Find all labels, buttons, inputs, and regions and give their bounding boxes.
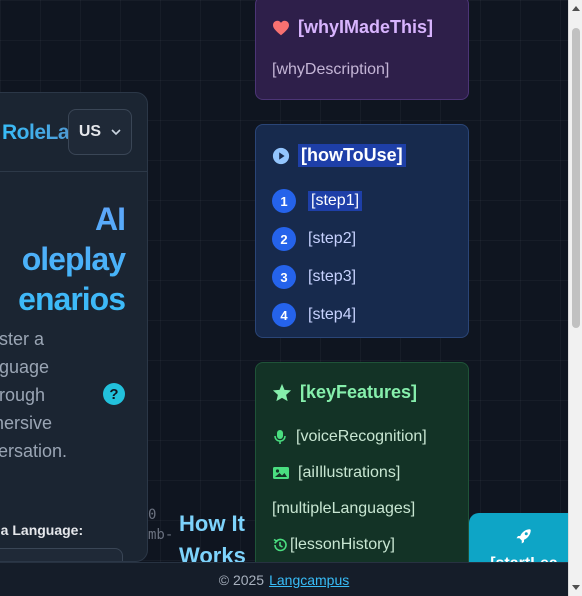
hero-description-line: nguage bbox=[0, 357, 50, 377]
how-to-use-card: [howToUse] 1 [step1] 2 [step2] 3 [step3]… bbox=[255, 124, 469, 338]
code-fragment-line: 0 bbox=[148, 507, 157, 523]
hero-title-line: oleplay bbox=[21, 241, 125, 277]
microphone-icon bbox=[274, 430, 286, 444]
step-number-badge: 4 bbox=[272, 303, 296, 327]
key-card-title-text: [keyFeatures] bbox=[300, 382, 418, 402]
feature-label: [multipleLanguages] bbox=[272, 500, 416, 517]
page-scrollbar[interactable] bbox=[568, 0, 582, 596]
step-label: [step3] bbox=[308, 268, 357, 285]
step-label: [step2] bbox=[308, 230, 357, 247]
star-icon bbox=[272, 383, 292, 402]
list-item: 1 [step1] bbox=[272, 182, 363, 220]
key-card-title: [keyFeatures] bbox=[272, 382, 417, 403]
how-it-works-title-line: How It bbox=[179, 511, 245, 536]
how-card-title-text: [howToUse] bbox=[298, 144, 406, 167]
history-icon bbox=[273, 538, 287, 552]
step-number-badge: 1 bbox=[272, 189, 296, 213]
feature-label: [aiIllustrations] bbox=[298, 464, 401, 481]
scroll-down-arrow-icon[interactable] bbox=[572, 585, 580, 590]
step-number-badge: 2 bbox=[272, 227, 296, 251]
hero-title: AI oleplay enarios bbox=[0, 199, 147, 319]
language-dropdown[interactable] bbox=[0, 548, 123, 561]
hero-description-line: hrough bbox=[0, 385, 46, 405]
feature-label: [lessonHistory] bbox=[290, 536, 395, 553]
list-item: [multipleLanguages] bbox=[272, 491, 427, 527]
hero-description-line: versation. bbox=[0, 441, 68, 461]
how-card-title: [howToUse] bbox=[272, 144, 406, 167]
features-list: [voiceRecognition] [aiIllustrations] [mu… bbox=[272, 419, 427, 563]
language-selector[interactable]: US bbox=[68, 109, 132, 155]
step-label: [step1] bbox=[308, 191, 363, 211]
why-card-title-text: [whyIMadeThis] bbox=[298, 17, 434, 37]
copyright-text: © 2025 bbox=[218, 571, 265, 588]
heart-icon bbox=[273, 20, 289, 35]
feature-label: [voiceRecognition] bbox=[296, 428, 427, 445]
rocket-icon bbox=[516, 529, 531, 544]
choose-language-label: e a Language: bbox=[0, 522, 84, 538]
chevron-down-icon bbox=[111, 129, 121, 136]
key-features-card: [keyFeatures] [voiceRecognition] [aiIllu… bbox=[255, 362, 469, 582]
app-header: RoleLang US bbox=[0, 93, 147, 172]
page-footer: © 2025 Langcampus bbox=[0, 562, 568, 596]
step-number-badge: 3 bbox=[272, 265, 296, 289]
list-item: 4 [step4] bbox=[272, 296, 362, 334]
hero-description: aster a nguage hrough mersive versation. bbox=[0, 325, 99, 465]
list-item: 3 [step3] bbox=[272, 258, 362, 296]
main-app-panel: RoleLang US AI oleplay enarios aster a n… bbox=[0, 92, 148, 562]
code-fragment-line: mb- bbox=[148, 527, 174, 543]
footer-link[interactable]: Langcampus bbox=[269, 572, 349, 588]
why-card-description: [whyDescription] bbox=[272, 61, 390, 78]
list-item: [voiceRecognition] bbox=[272, 419, 427, 455]
help-icon[interactable]: ? bbox=[103, 383, 125, 405]
hero-title-line: enarios bbox=[18, 281, 125, 317]
hero-description-line: aster a bbox=[0, 329, 45, 349]
scrollbar-thumb[interactable] bbox=[572, 28, 580, 328]
hero-description-line: mersive bbox=[0, 413, 53, 433]
step-label: [step4] bbox=[308, 306, 357, 323]
list-item: 2 [step2] bbox=[272, 220, 362, 258]
image-icon bbox=[273, 467, 289, 479]
hero-title-line: AI bbox=[95, 201, 125, 237]
list-item: [aiIllustrations] bbox=[272, 455, 427, 491]
why-card-title: [whyIMadeThis] bbox=[272, 17, 433, 38]
why-card: [whyIMadeThis] [whyDescription] bbox=[255, 0, 469, 100]
language-selector-value: US bbox=[78, 123, 102, 140]
code-fragment: 0 mb- bbox=[148, 505, 173, 545]
steps-list: 1 [step1] 2 [step2] 3 [step3] 4 [step4] bbox=[272, 182, 363, 334]
scroll-up-arrow-icon[interactable] bbox=[572, 6, 580, 11]
list-item: [lessonHistory] bbox=[272, 527, 427, 563]
play-circle-icon bbox=[272, 147, 290, 164]
